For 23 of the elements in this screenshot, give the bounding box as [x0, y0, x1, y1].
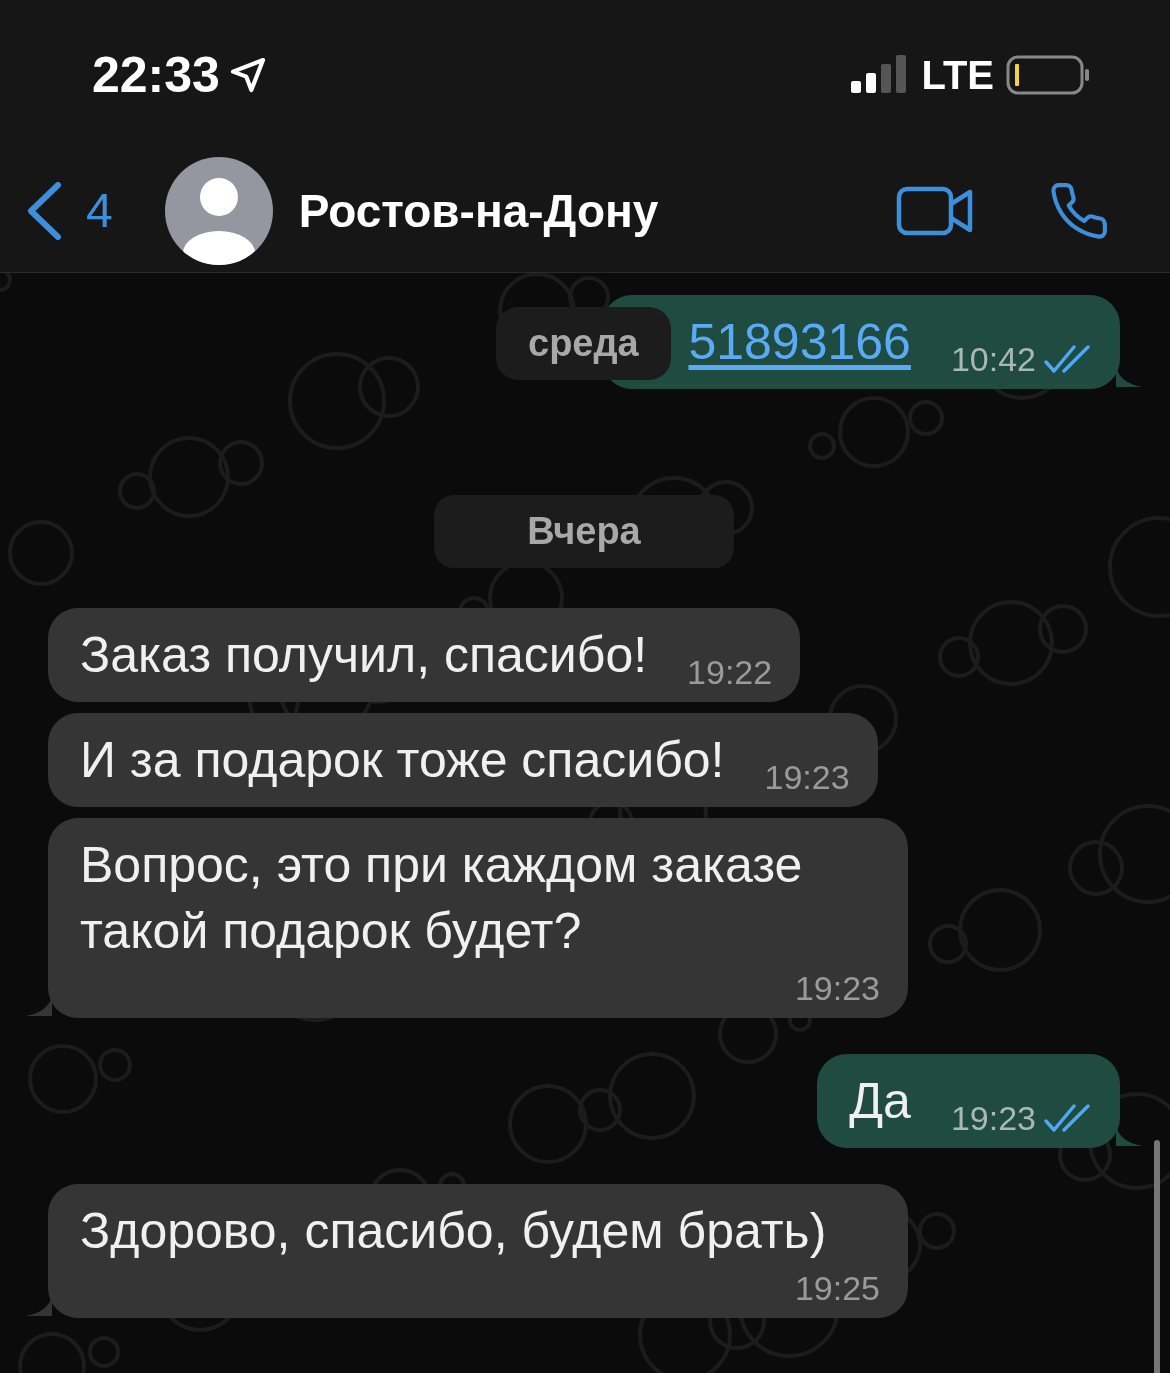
back-button[interactable]: 4	[26, 175, 113, 247]
message-text: Здорово, спасибо, будем брать)	[80, 1202, 827, 1261]
message-time: 10:42	[950, 339, 1036, 379]
date-separator: Вчера	[434, 495, 734, 568]
chevron-left-icon	[26, 182, 62, 240]
clock-time: 22:33	[92, 45, 220, 105]
message-time: 19:23	[794, 968, 880, 1008]
message-text: И за подарок тоже спасибо!	[80, 731, 725, 790]
network-label: LTE	[921, 52, 994, 99]
floating-date-label: среда	[496, 307, 671, 380]
message-text: Вопрос, это при каждом заказе такой подарок будет?	[80, 836, 804, 961]
avatar-icon	[164, 157, 273, 265]
message-time: 19:25	[794, 1268, 880, 1308]
message-text: Да	[849, 1072, 911, 1131]
message-text: Заказ получил, спасибо!	[80, 626, 648, 685]
message-time: 19:23	[950, 1098, 1036, 1138]
video-call-icon[interactable]	[896, 184, 974, 238]
message-time: 19:22	[687, 652, 773, 692]
chat-title: Ростов-на-Дону	[298, 183, 660, 239]
battery-icon	[1006, 55, 1090, 95]
phone-number-link[interactable]: 51893166	[688, 309, 911, 375]
message-time: 19:23	[764, 757, 850, 797]
phone-call-icon[interactable]	[1048, 180, 1110, 242]
